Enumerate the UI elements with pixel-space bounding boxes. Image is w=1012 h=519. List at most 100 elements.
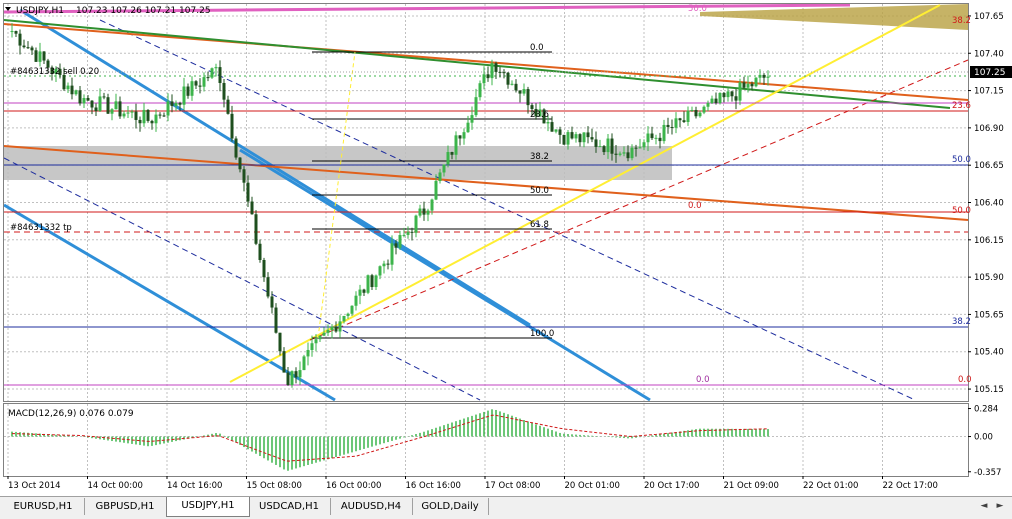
- candle-body: [486, 74, 490, 79]
- candle-body: [678, 118, 682, 121]
- candle-body: [622, 152, 626, 154]
- candle-body: [294, 371, 298, 378]
- candle-body: [138, 119, 142, 124]
- candle-body: [142, 109, 146, 124]
- candle-body: [190, 81, 194, 96]
- candle-body: [526, 89, 530, 106]
- candle-body: [22, 45, 26, 48]
- candle-body: [150, 120, 154, 124]
- candle-body: [318, 335, 322, 340]
- candle-body: [682, 120, 686, 122]
- tab-scroll-right-icon[interactable]: ►: [994, 500, 1006, 512]
- tab-audusd-h4[interactable]: AUDUSD,H4: [330, 498, 413, 515]
- candle-body: [334, 326, 338, 332]
- candle-body: [230, 113, 234, 139]
- level-label-right: 38.2: [952, 16, 971, 26]
- tab-gbpusd-h1[interactable]: GBPUSD,H1: [84, 498, 167, 515]
- chart-svg[interactable]: 0.0 23.6 38.2 50.0 61.8 100.0 50.0 38.2 23.6 50.0…: [0, 0, 1012, 496]
- candle-body: [122, 113, 126, 117]
- candle-body: [754, 77, 758, 87]
- candle-body: [86, 98, 90, 101]
- tab-gold-daily[interactable]: GOLD,Daily: [412, 498, 489, 515]
- candle-body: [242, 169, 246, 183]
- time-tick-label: 21 Oct 09:00: [724, 481, 779, 491]
- macd-title: MACD(12,26,9) 0.076 0.079: [8, 409, 134, 419]
- candle-body: [26, 47, 30, 49]
- level-label-right: 50.0: [952, 206, 971, 216]
- price-tick-label: 105.90: [974, 273, 1004, 283]
- candle-body: [650, 133, 654, 139]
- candle-body: [438, 172, 442, 181]
- candle-body: [394, 243, 398, 248]
- candle-body: [218, 67, 222, 83]
- candle-body: [594, 139, 598, 147]
- candle-body: [638, 147, 642, 149]
- candle-body: [130, 111, 134, 113]
- candle-body: [482, 74, 486, 84]
- tab-scroll-left-icon[interactable]: ◄: [978, 500, 990, 512]
- candle-body: [574, 134, 578, 139]
- candle-body: [518, 90, 522, 94]
- candle-body: [746, 83, 750, 88]
- candle-body: [586, 132, 590, 138]
- candle-body: [310, 343, 314, 350]
- tab-usdcad-h1[interactable]: USDCAD,H1: [248, 498, 331, 515]
- fib-level-label: 50.0: [530, 186, 549, 196]
- header-ohlc: 107.23 107.26 107.21 107.25: [76, 6, 211, 16]
- candle-body: [410, 231, 414, 233]
- candle-body: [490, 63, 494, 79]
- candle-body: [722, 92, 726, 98]
- candle-body: [134, 111, 138, 120]
- candle-body: [738, 82, 742, 101]
- candle-body: [366, 275, 370, 293]
- fib-level-label: 61.8: [530, 220, 549, 230]
- candle-body: [278, 332, 282, 352]
- candle-body: [558, 129, 562, 135]
- candle-body: [226, 99, 230, 114]
- candle-body: [626, 152, 630, 159]
- candle-body: [270, 296, 274, 308]
- candle-body: [734, 96, 738, 101]
- candle-body: [670, 127, 674, 129]
- candle-body: [750, 83, 754, 87]
- macd-tick-label: -0.357: [974, 468, 1001, 478]
- candle-body: [546, 122, 550, 124]
- candle-body: [590, 137, 594, 140]
- tab-eurusd-h1[interactable]: EURUSD,H1: [2, 498, 85, 515]
- level-label-right: 50.0: [952, 155, 971, 165]
- candle-body: [174, 102, 178, 106]
- candle-body: [506, 72, 510, 85]
- candle-body: [666, 124, 670, 128]
- candle-body: [74, 90, 78, 95]
- candle-body: [494, 63, 498, 72]
- time-tick-label: 20 Oct 01:00: [565, 481, 620, 491]
- time-tick-label: 22 Oct 17:00: [883, 481, 938, 491]
- candle-body: [706, 103, 710, 107]
- tab-usdjpy-h1[interactable]: USDJPY,H1: [166, 497, 250, 517]
- candle-body: [162, 115, 166, 117]
- candle-body: [570, 132, 574, 139]
- time-tick-label: 13 Oct 2014: [8, 481, 61, 491]
- candle-body: [330, 326, 334, 331]
- candle-body: [474, 97, 478, 116]
- candle-body: [94, 107, 98, 112]
- candle-body: [126, 112, 130, 114]
- candle-body: [430, 199, 434, 211]
- last-price-label: 107.25: [974, 68, 1006, 78]
- candle-body: [478, 83, 482, 98]
- candle-body: [758, 74, 762, 78]
- candle-body: [290, 371, 294, 386]
- candle-body: [554, 129, 558, 132]
- order-label-tp: #84631332 tp: [10, 223, 72, 233]
- candle-body: [462, 132, 466, 139]
- time-tick-label: 14 Oct 00:00: [88, 481, 143, 491]
- candle-body: [358, 289, 362, 296]
- candle-body: [602, 146, 606, 153]
- candle-body: [702, 106, 706, 113]
- candle-body: [386, 263, 390, 265]
- candle-body: [34, 50, 38, 62]
- level-label-right: 23.6: [952, 101, 971, 111]
- candle-body: [302, 356, 306, 371]
- candle-body: [182, 86, 186, 105]
- candle-body: [762, 74, 766, 78]
